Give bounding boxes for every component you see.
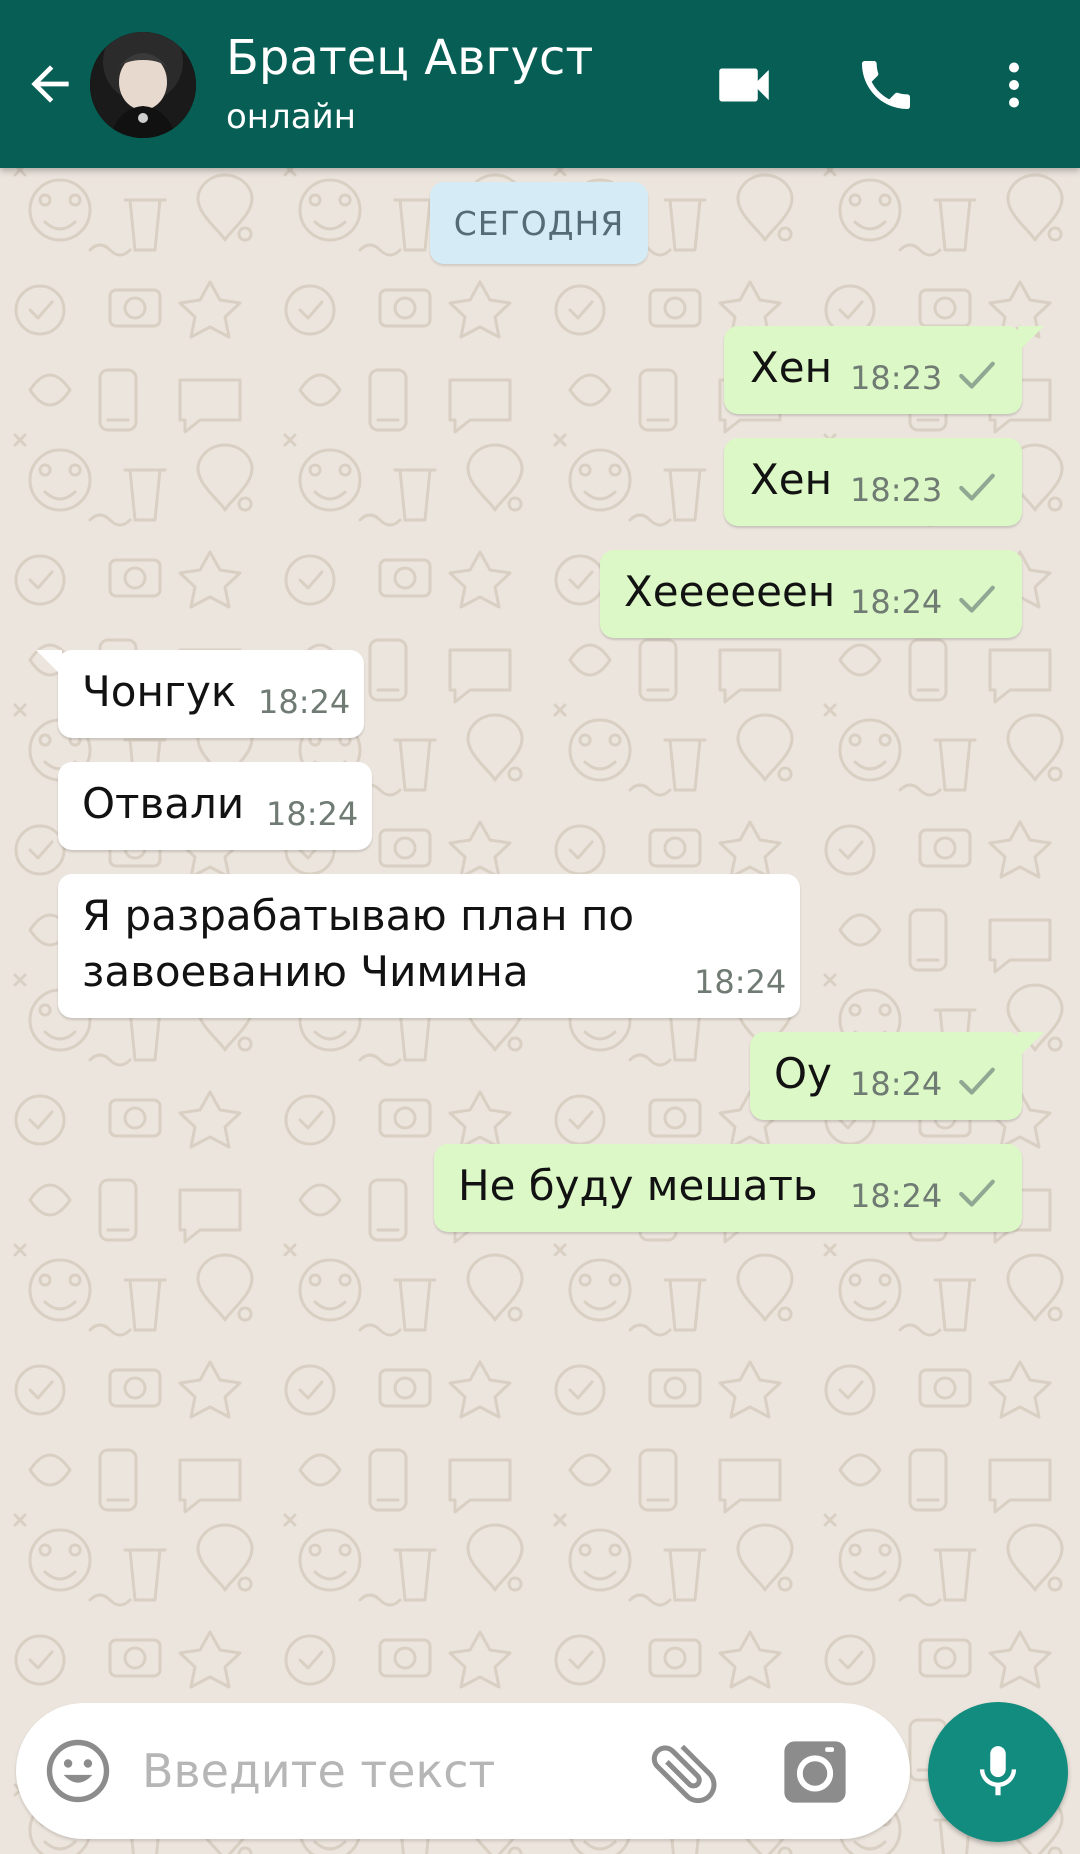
microphone-icon: [979, 1746, 1017, 1796]
message-time: 18:24: [850, 1065, 943, 1103]
outgoing-message[interactable]: Оу 18:24: [750, 1032, 1044, 1120]
attach-button[interactable]: [644, 1733, 724, 1813]
message-time: 18:23: [850, 471, 943, 509]
video-call-button[interactable]: [704, 45, 784, 125]
outgoing-message[interactable]: Хеееееен 18:24: [600, 550, 1022, 638]
message-text: Оу: [774, 1049, 832, 1098]
camera-button[interactable]: [780, 1737, 850, 1807]
emoji-button[interactable]: [42, 1735, 114, 1807]
message-text: Чонгук: [82, 667, 237, 716]
back-button[interactable]: [18, 50, 82, 118]
message-list[interactable]: СЕГОДНЯ Хен 18:23 Хен 18:23 Хеееееен 18:…: [0, 168, 1080, 1688]
message-time: 18:24: [850, 1177, 943, 1215]
message-time: 18:24: [694, 963, 787, 1001]
message-time: 18:24: [266, 795, 359, 833]
outgoing-message[interactable]: Хен 18:23: [724, 438, 1022, 526]
menu-button[interactable]: [974, 45, 1054, 125]
voice-record-button[interactable]: [928, 1702, 1068, 1842]
message-text: Хен: [750, 455, 833, 504]
outgoing-message[interactable]: Не буду мешать 18:24: [434, 1144, 1022, 1232]
message-time: 18:23: [850, 359, 943, 397]
message-text-line: Я разрабатываю план по: [82, 891, 635, 940]
single-check-icon: [959, 585, 995, 613]
contact-name: Братец Август: [226, 30, 594, 86]
message-time: 18:24: [258, 683, 351, 721]
single-check-icon: [959, 361, 995, 389]
message-text: Не буду мешать: [458, 1161, 818, 1210]
single-check-icon: [959, 473, 995, 501]
avatar[interactable]: [90, 32, 196, 138]
message-time: 18:24: [850, 583, 943, 621]
contact-status: онлайн: [226, 97, 356, 137]
message-text: Отвали: [82, 779, 245, 828]
chat-header: Братец Август онлайн: [0, 0, 1080, 168]
message-input[interactable]: [142, 1733, 622, 1809]
single-check-icon: [959, 1179, 995, 1207]
voice-call-button[interactable]: [846, 45, 926, 125]
message-text: Хен: [750, 343, 833, 392]
arrow-left-icon: [31, 65, 69, 103]
incoming-message[interactable]: Чонгук 18:24: [36, 650, 364, 738]
message-composer: [16, 1703, 910, 1839]
video-camera-icon: [719, 68, 769, 102]
more-vertical-icon: [1009, 62, 1019, 108]
message-text-line: завоеванию Чимина: [82, 947, 529, 996]
date-divider: СЕГОДНЯ: [430, 182, 648, 264]
camera-icon: [784, 1741, 846, 1803]
emoji-icon: [46, 1739, 110, 1803]
outgoing-message[interactable]: Хен 18:23: [724, 326, 1044, 414]
single-check-icon: [959, 1067, 995, 1095]
contact-info[interactable]: Братец Август онлайн: [226, 28, 593, 148]
incoming-message[interactable]: Я разрабатываю план по завоеванию Чимина…: [58, 874, 800, 1018]
paperclip-icon: [651, 1744, 717, 1804]
incoming-message[interactable]: Отвали 18:24: [58, 762, 372, 850]
message-text: Хеееееен: [624, 567, 836, 616]
phone-icon: [862, 61, 910, 109]
